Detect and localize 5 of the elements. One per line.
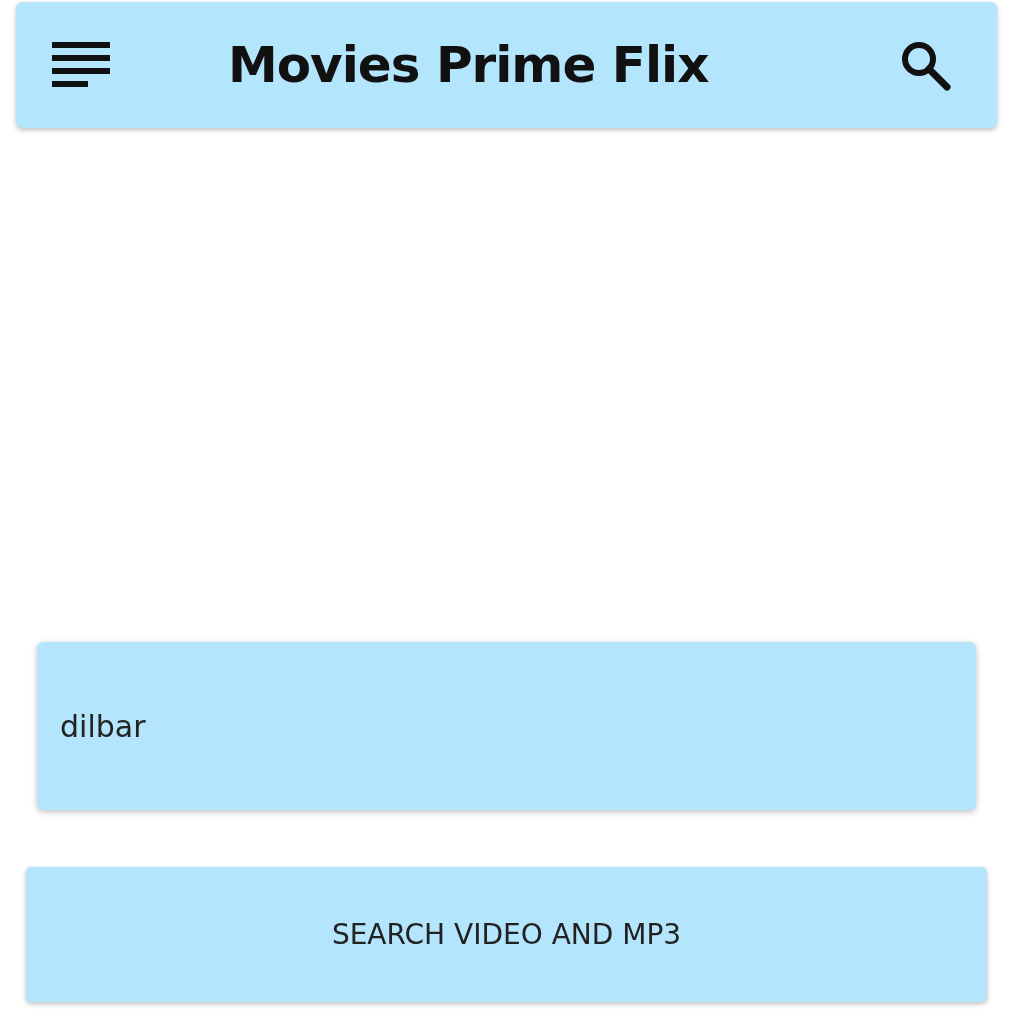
app-title: Movies Prime Flix [228,36,710,94]
search-icon[interactable] [899,39,951,91]
search-video-button[interactable]: SEARCH VIDEO AND MP3 [26,867,987,1002]
menu-icon[interactable] [52,42,110,88]
search-field[interactable]: dilbar [37,642,976,810]
